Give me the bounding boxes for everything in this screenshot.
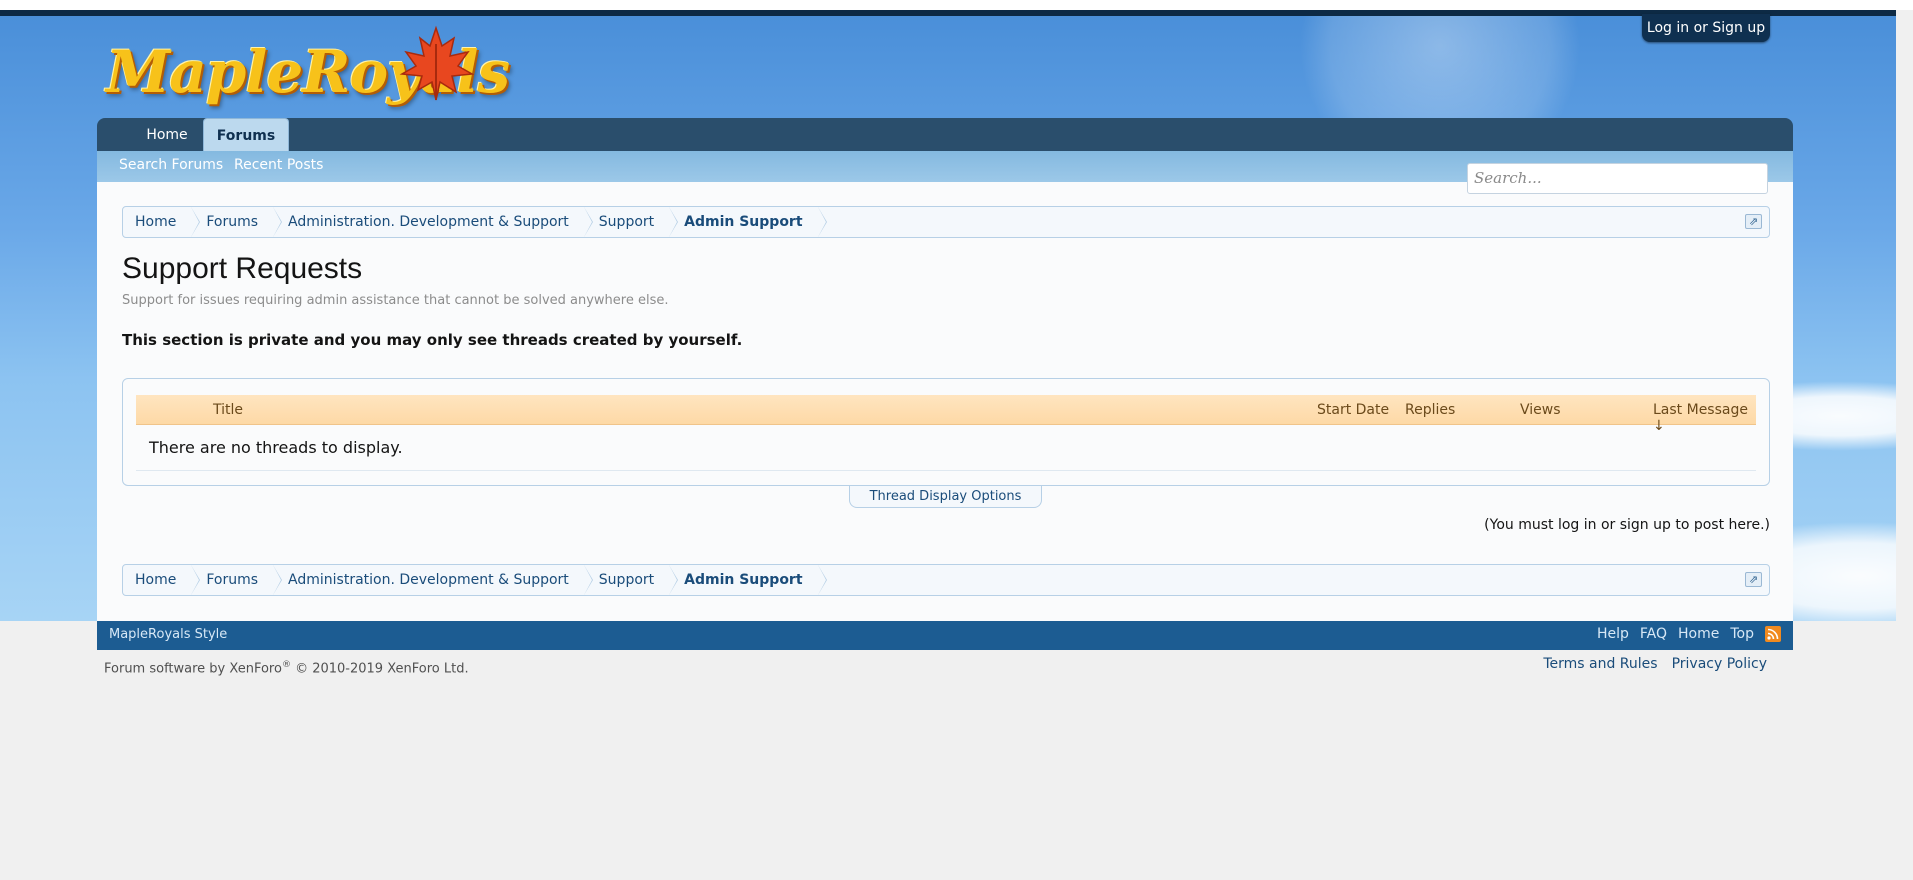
tab-forums[interactable]: Forums bbox=[203, 118, 289, 153]
jump-menu-icon[interactable]: ⇗ bbox=[1745, 572, 1762, 587]
breadcrumb-admin-support[interactable]: Admin Support bbox=[670, 565, 827, 595]
thread-list-header: Title Start Date Replies Views Last Mess… bbox=[136, 395, 1756, 434]
thread-list: Title Start Date Replies Views Last Mess… bbox=[122, 378, 1770, 486]
jump-menu-icon[interactable]: ⇗ bbox=[1745, 214, 1762, 229]
main-navigation: Home Forums bbox=[97, 118, 1793, 153]
copyright-text: Forum software by XenForo® © 2010-2019 X… bbox=[104, 660, 469, 676]
copyright-year: © 2010-2019 XenForo Ltd. bbox=[290, 661, 469, 677]
breadcrumb-forums[interactable]: Forums bbox=[192, 565, 282, 595]
column-title[interactable]: Title bbox=[213, 402, 243, 418]
browser-top-strip bbox=[0, 0, 1913, 10]
footer-top-link[interactable]: Top bbox=[1730, 626, 1754, 642]
registered-mark: ® bbox=[281, 660, 291, 670]
page-description: Support for issues requiring admin assis… bbox=[122, 293, 669, 308]
search-input[interactable]: Search... bbox=[1467, 163, 1768, 194]
footer-home-link[interactable]: Home bbox=[1678, 626, 1719, 642]
breadcrumb-bottom: Home Forums Administration. Development … bbox=[122, 564, 1770, 596]
breadcrumb-forums[interactable]: Forums bbox=[192, 207, 282, 237]
top-accent-bar bbox=[0, 10, 1896, 16]
copyright-main[interactable]: Forum software by XenForo bbox=[104, 661, 282, 676]
page-title: Support Requests bbox=[122, 252, 363, 285]
footer-help-link[interactable]: Help bbox=[1597, 626, 1629, 642]
column-start-date[interactable]: Start Date bbox=[1317, 402, 1389, 418]
rss-icon[interactable] bbox=[1765, 626, 1781, 642]
maple-leaf-icon bbox=[399, 25, 475, 101]
breadcrumb-administration[interactable]: Administration. Development & Support bbox=[274, 565, 593, 595]
column-views[interactable]: Views bbox=[1520, 402, 1561, 418]
search-forums-link[interactable]: Search Forums bbox=[119, 157, 223, 173]
breadcrumb-admin-support[interactable]: Admin Support bbox=[670, 207, 827, 237]
breadcrumb-home[interactable]: Home bbox=[123, 565, 201, 595]
empty-thread-message: There are no threads to display. bbox=[136, 426, 1756, 471]
tab-home[interactable]: Home bbox=[136, 118, 198, 151]
site-logo[interactable]: MapleRoyals bbox=[106, 25, 510, 120]
style-chooser-link[interactable]: MapleRoyals Style bbox=[109, 627, 227, 642]
breadcrumb-support[interactable]: Support bbox=[585, 565, 679, 595]
recent-posts-link[interactable]: Recent Posts bbox=[234, 157, 323, 173]
column-replies[interactable]: Replies bbox=[1405, 402, 1455, 418]
footer-links: Help FAQ Home Top bbox=[1597, 626, 1781, 642]
breadcrumb-home[interactable]: Home bbox=[123, 207, 201, 237]
footer-bar: MapleRoyals Style Help FAQ Home Top bbox=[97, 621, 1793, 650]
thread-display-options-button[interactable]: Thread Display Options bbox=[849, 486, 1042, 508]
private-section-notice: This section is private and you may only… bbox=[122, 331, 743, 349]
breadcrumb: Home Forums Administration. Development … bbox=[122, 206, 1770, 238]
breadcrumb-administration[interactable]: Administration. Development & Support bbox=[274, 207, 593, 237]
breadcrumb-support[interactable]: Support bbox=[585, 207, 679, 237]
must-login-notice: (You must log in or sign up to post here… bbox=[1484, 517, 1770, 533]
footer-faq-link[interactable]: FAQ bbox=[1640, 626, 1667, 642]
privacy-policy-link[interactable]: Privacy Policy bbox=[1672, 656, 1767, 672]
legal-links: Terms and Rules Privacy Policy bbox=[1543, 656, 1767, 672]
login-signup-button[interactable]: Log in or Sign up bbox=[1642, 14, 1770, 42]
scrollbar[interactable] bbox=[1896, 10, 1913, 880]
terms-and-rules-link[interactable]: Terms and Rules bbox=[1543, 656, 1657, 672]
